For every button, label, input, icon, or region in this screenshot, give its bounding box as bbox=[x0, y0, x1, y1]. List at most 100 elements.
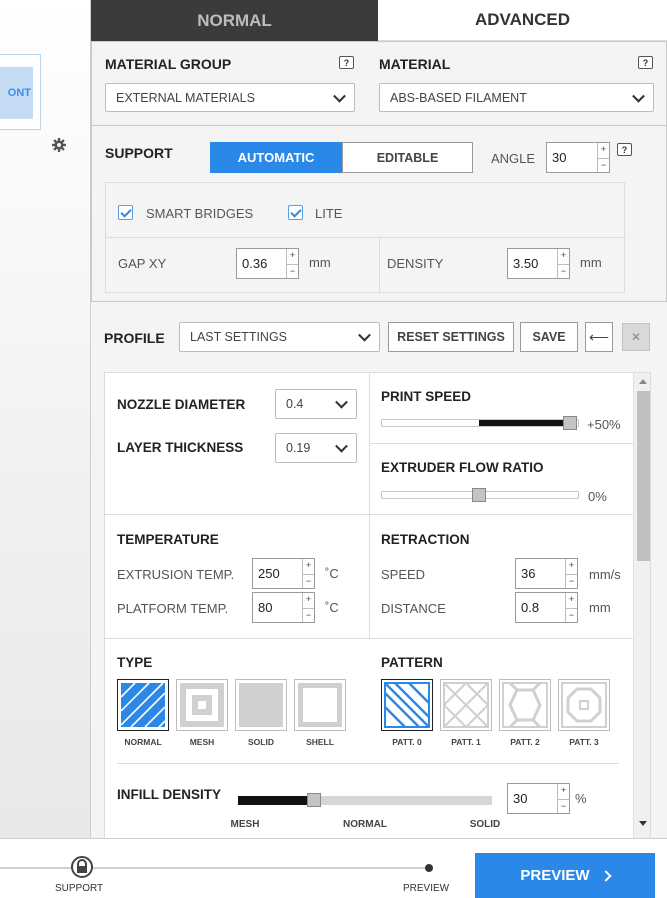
chevron-down-icon bbox=[333, 89, 346, 103]
front-view-button[interactable]: ONT bbox=[0, 54, 41, 130]
material-group-value: EXTERNAL MATERIALS bbox=[116, 90, 255, 105]
chevron-down-icon bbox=[632, 89, 645, 103]
pattern-0-option[interactable] bbox=[381, 679, 433, 731]
pattern-label: PATTERN bbox=[381, 655, 443, 670]
infill-density-stepper-arrows[interactable]: + − bbox=[557, 784, 569, 813]
extruder-flow-thumb[interactable] bbox=[472, 488, 486, 502]
pattern-2-option[interactable] bbox=[499, 679, 551, 731]
divider bbox=[369, 443, 633, 444]
layer-thickness-select[interactable]: 0.19 bbox=[275, 433, 357, 463]
front-view-label: ONT bbox=[0, 67, 33, 119]
help-glyph: ? bbox=[621, 144, 628, 155]
retraction-speed-stepper[interactable]: 36 + − bbox=[515, 558, 578, 589]
tab-normal[interactable]: NORMAL bbox=[91, 0, 378, 41]
platform-temp-unit: ˚C bbox=[325, 600, 339, 615]
type-mesh-option[interactable] bbox=[176, 679, 228, 731]
extruder-flow-value: 0% bbox=[588, 489, 607, 504]
infill-density-label: INFILL DENSITY bbox=[117, 787, 222, 802]
support-automatic-button[interactable]: AUTOMATIC bbox=[210, 142, 342, 173]
extrusion-temp-stepper[interactable]: 250 + − bbox=[252, 558, 315, 589]
layer-thickness-value: 0.19 bbox=[286, 441, 311, 455]
nozzle-diameter-select[interactable]: 0.4 bbox=[275, 389, 357, 419]
type-label: TYPE bbox=[117, 655, 153, 670]
profile-select[interactable]: LAST SETTINGS bbox=[179, 322, 380, 352]
type-solid-option[interactable] bbox=[235, 679, 287, 731]
temperature-label: TEMPERATURE bbox=[117, 532, 219, 547]
angle-stepper-arrows[interactable]: + − bbox=[597, 143, 609, 172]
angle-help-icon[interactable]: ? bbox=[617, 143, 632, 156]
material-help-icon[interactable]: ? bbox=[638, 56, 653, 69]
retraction-distance-value: 0.8 bbox=[521, 600, 540, 615]
gap-xy-unit: mm bbox=[309, 255, 331, 270]
extruder-flow-label: EXTRUDER FLOW RATIO bbox=[381, 460, 544, 475]
lock-icon[interactable] bbox=[71, 856, 93, 878]
retraction-distance-stepper[interactable]: 0.8 + − bbox=[515, 592, 578, 623]
step-label-preview: PREVIEW bbox=[403, 883, 450, 894]
tab-advanced[interactable]: ADVANCED bbox=[378, 0, 667, 41]
scroll-up-icon[interactable] bbox=[639, 379, 647, 384]
lite-label: LITE bbox=[315, 206, 343, 221]
divider bbox=[105, 514, 633, 515]
chevron-down-icon bbox=[358, 328, 371, 342]
scroll-down-icon[interactable] bbox=[639, 821, 647, 826]
profile-scroll-area[interactable]: NOZZLE DIAMETER 0.4 LAYER THICKNESS 0.19… bbox=[104, 372, 651, 839]
pattern-1-option[interactable] bbox=[440, 679, 492, 731]
infill-density-thumb[interactable] bbox=[307, 793, 322, 807]
close-icon[interactable]: ✕ bbox=[622, 323, 650, 351]
type-normal-option[interactable] bbox=[117, 679, 169, 731]
pattern-3-option[interactable] bbox=[558, 679, 610, 731]
concentric-squares-icon bbox=[180, 683, 224, 727]
gap-xy-value: 0.36 bbox=[242, 256, 268, 271]
preview-button[interactable]: PREVIEW bbox=[475, 853, 655, 898]
hollow-square-icon bbox=[298, 683, 342, 727]
pattern-caption: PATT. 3 bbox=[569, 737, 599, 747]
density-stepper[interactable]: 3.50 + − bbox=[507, 248, 570, 279]
type-shell-option[interactable] bbox=[294, 679, 346, 731]
infill-density-fill bbox=[238, 796, 315, 805]
scrollbar-thumb[interactable] bbox=[637, 391, 650, 561]
divider bbox=[105, 638, 633, 639]
lite-checkbox[interactable] bbox=[288, 205, 303, 220]
support-section: SUPPORT AUTOMATIC EDITABLE ANGLE 30 + − ?… bbox=[91, 125, 667, 302]
infill-density-stepper[interactable]: 30 + − bbox=[507, 783, 570, 814]
angle-stepper[interactable]: 30 + − bbox=[546, 142, 610, 173]
chevron-down-icon bbox=[335, 439, 348, 453]
angle-value: 30 bbox=[552, 150, 567, 165]
material-value: ABS-BASED FILAMENT bbox=[390, 90, 527, 105]
material-group-select[interactable]: EXTERNAL MATERIALS bbox=[105, 83, 355, 112]
material-group-help-icon[interactable]: ? bbox=[339, 56, 354, 69]
chevron-right-icon bbox=[599, 869, 612, 882]
material-select[interactable]: ABS-BASED FILAMENT bbox=[379, 83, 654, 112]
support-options-box: SMART BRIDGES LITE GAP XY 0.36 + − mm DEN… bbox=[105, 182, 626, 294]
retraction-speed-label: SPEED bbox=[381, 567, 426, 582]
extrusion-temp-stepper-arrows[interactable]: + − bbox=[302, 559, 314, 588]
back-icon[interactable]: ⟵ bbox=[585, 322, 613, 352]
gap-xy-stepper[interactable]: 0.36 + − bbox=[236, 248, 299, 279]
extrusion-temp-label: EXTRUSION TEMP. bbox=[117, 567, 235, 582]
gap-xy-label: GAP XY bbox=[118, 256, 167, 271]
platform-temp-stepper-arrows[interactable]: + − bbox=[302, 593, 314, 622]
platform-temp-label: PLATFORM TEMP. bbox=[117, 601, 229, 616]
platform-temp-value: 80 bbox=[258, 600, 273, 615]
gear-icon[interactable] bbox=[51, 137, 67, 153]
retraction-speed-stepper-arrows[interactable]: + − bbox=[565, 559, 577, 588]
material-label: MATERIAL bbox=[379, 56, 451, 72]
nozzle-diameter-label: NOZZLE DIAMETER bbox=[117, 397, 246, 412]
smart-bridges-checkbox[interactable] bbox=[118, 205, 133, 220]
chevron-down-icon bbox=[335, 395, 348, 409]
save-button[interactable]: SAVE bbox=[520, 322, 578, 352]
print-speed-thumb[interactable] bbox=[563, 416, 577, 430]
platform-temp-stepper[interactable]: 80 + − bbox=[252, 592, 315, 623]
retraction-speed-unit: mm/s bbox=[589, 567, 621, 582]
scrollbar[interactable] bbox=[633, 373, 650, 838]
retraction-distance-unit: mm bbox=[589, 600, 611, 615]
divider bbox=[369, 373, 370, 638]
reset-settings-button[interactable]: RESET SETTINGS bbox=[388, 322, 514, 352]
gap-xy-stepper-arrows[interactable]: + − bbox=[286, 249, 298, 278]
profile-section: PROFILE LAST SETTINGS RESET SETTINGS SAV… bbox=[91, 301, 667, 839]
progress-dot bbox=[425, 864, 433, 872]
retraction-distance-stepper-arrows[interactable]: + − bbox=[565, 593, 577, 622]
support-editable-button[interactable]: EDITABLE bbox=[342, 142, 473, 173]
smart-bridges-label: SMART BRIDGES bbox=[146, 206, 254, 221]
density-stepper-arrows[interactable]: + − bbox=[557, 249, 569, 278]
